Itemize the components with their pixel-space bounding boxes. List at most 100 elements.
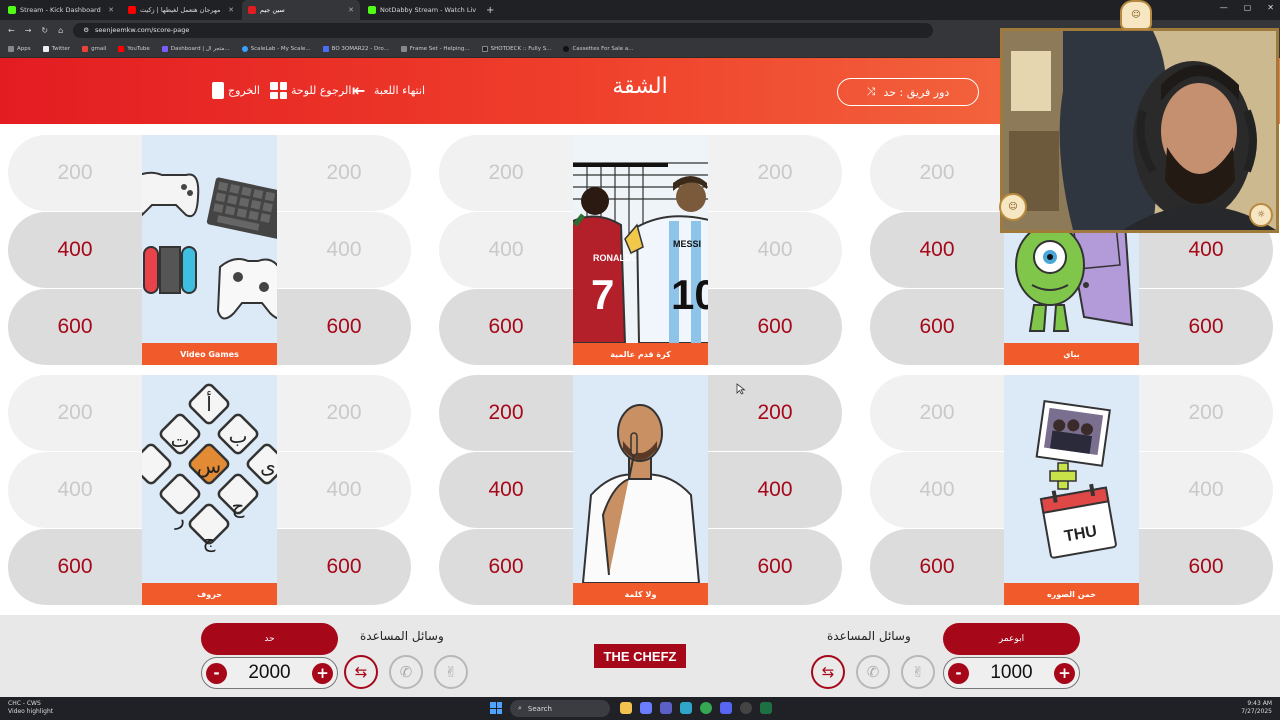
- question-tile-600[interactable]: 600: [708, 289, 842, 365]
- category-image[interactable]: THU خمن الصوره: [1004, 375, 1139, 605]
- question-tile-400[interactable]: 400: [1139, 452, 1273, 528]
- bookmark-apps[interactable]: Apps: [8, 45, 31, 52]
- bookmark-scalelab[interactable]: ScaleLab - My Scale...: [241, 45, 311, 52]
- question-tile-400[interactable]: 400: [8, 212, 142, 288]
- question-tile-400[interactable]: 400: [708, 452, 842, 528]
- bookmark-dashboard[interactable]: Dashboard | متجر ال...: [161, 45, 230, 52]
- category-image[interactable]: RONALDO 7 MESSI 10 كرة قدم عالمية: [573, 135, 708, 365]
- question-tile-200[interactable]: 200: [277, 135, 411, 211]
- back-to-board-button[interactable]: الرجوع للوحة: [270, 82, 351, 99]
- swap-icon: ⇆: [821, 663, 835, 681]
- shushing-man-illustration: [581, 404, 701, 583]
- question-tile-200[interactable]: 200: [439, 135, 573, 211]
- question-tile-600[interactable]: 600: [8, 529, 142, 605]
- decrease-score-button[interactable]: -: [206, 662, 227, 684]
- question-tile-400[interactable]: 400: [439, 452, 573, 528]
- edge-icon[interactable]: [680, 702, 692, 714]
- question-tile-200[interactable]: 200: [870, 375, 1004, 451]
- search-icon: ⌕: [518, 704, 522, 712]
- end-game-button[interactable]: ⇤ انتهاء اللعبة: [352, 82, 425, 99]
- question-tile-400[interactable]: 400: [277, 452, 411, 528]
- youtube-icon: [118, 45, 125, 52]
- reload-icon[interactable]: ↻: [41, 26, 48, 35]
- close-tab-icon[interactable]: ✕: [108, 6, 114, 14]
- bookmark-gmail[interactable]: gmail: [82, 45, 106, 52]
- question-tile-600[interactable]: 600: [870, 289, 1004, 365]
- copilot-icon[interactable]: [640, 702, 652, 714]
- swap-turn-help-button[interactable]: ⇆: [811, 655, 845, 689]
- category-world-football: 200 400 600 200 400 600 RONALDO 7 MESSI …: [439, 135, 842, 365]
- question-tile-200[interactable]: 200: [1139, 375, 1273, 451]
- question-tile-200[interactable]: 200: [8, 135, 142, 211]
- chrome-icon[interactable]: [700, 702, 712, 714]
- decrease-score-button[interactable]: -: [948, 662, 969, 684]
- two-answers-help-button[interactable]: ✌: [434, 655, 468, 689]
- question-tile-400[interactable]: 400: [277, 212, 411, 288]
- question-tile-200[interactable]: 200: [708, 375, 842, 451]
- question-tile-200[interactable]: 200: [8, 375, 142, 451]
- question-tile-600[interactable]: 600: [439, 529, 573, 605]
- windows-start-icon[interactable]: [490, 702, 502, 714]
- bookmark-shotdeck[interactable]: SHOTDECK :: Fully S...: [481, 45, 551, 52]
- browser-tab-youtube[interactable]: مهرجان هتعمل لغيطها | زكيت ✕: [122, 0, 240, 20]
- bookmark-cassettes[interactable]: Cassettes For Sale a...: [563, 45, 634, 52]
- increase-score-button[interactable]: +: [1054, 662, 1075, 684]
- file-explorer-icon[interactable]: [620, 702, 632, 714]
- maximize-icon[interactable]: ▢: [1244, 3, 1252, 12]
- increase-score-button[interactable]: +: [312, 662, 333, 684]
- taskbar-search[interactable]: ⌕ Search: [510, 700, 610, 717]
- forward-icon[interactable]: →: [25, 26, 32, 35]
- back-icon[interactable]: ←: [8, 26, 15, 35]
- swap-turn-help-button[interactable]: ⇆: [344, 655, 378, 689]
- two-answers-help-button[interactable]: ✌: [901, 655, 935, 689]
- home-icon[interactable]: ⌂: [58, 26, 63, 35]
- minimize-icon[interactable]: —: [1220, 3, 1228, 12]
- question-tile-600[interactable]: 600: [439, 289, 573, 365]
- close-tab-icon[interactable]: ✕: [228, 6, 234, 14]
- question-tile-200[interactable]: 200: [870, 135, 1004, 211]
- question-tile-400[interactable]: 400: [708, 212, 842, 288]
- phone-friend-help-button[interactable]: ✆: [389, 655, 423, 689]
- question-tile-600[interactable]: 600: [8, 289, 142, 365]
- browser-tab-notdabby[interactable]: NotDabby Stream - Watch Liv ✕: [362, 0, 480, 20]
- question-tile-600[interactable]: 600: [708, 529, 842, 605]
- discord-icon[interactable]: [720, 702, 732, 714]
- category-image[interactable]: ولا كلمة: [573, 375, 708, 605]
- category-image[interactable]: Video Games: [142, 135, 277, 365]
- question-tile-200[interactable]: 200: [708, 135, 842, 211]
- taskbar-media-widget[interactable]: CHC - CWS Video highlight: [8, 700, 53, 716]
- question-tile-400[interactable]: 400: [870, 452, 1004, 528]
- bookmark-twitter[interactable]: Twitter: [42, 45, 70, 52]
- taskbar-clock[interactable]: 9:43 AM 7/27/2025: [1241, 700, 1272, 716]
- question-tile-600[interactable]: 600: [1139, 529, 1273, 605]
- question-tile-400[interactable]: 400: [8, 452, 142, 528]
- url-field[interactable]: ⚙ seenjeemkw.com/score-page: [73, 22, 934, 38]
- bookmark-bo3omar[interactable]: BO 3OMAR22 - Dro...: [322, 45, 389, 52]
- bookmark-youtube[interactable]: YouTube: [118, 45, 150, 52]
- site-info-icon[interactable]: ⚙: [83, 26, 89, 34]
- question-tile-600[interactable]: 600: [277, 289, 411, 365]
- question-tile-400[interactable]: 400: [870, 212, 1004, 288]
- question-tile-600[interactable]: 600: [1139, 289, 1273, 365]
- browser-tab-seen-jeem[interactable]: سين جيم ✕: [242, 0, 360, 20]
- bookmark-frameset[interactable]: Frame Set - Helping...: [400, 45, 470, 52]
- new-tab-button[interactable]: +: [480, 0, 500, 20]
- close-tab-icon[interactable]: ✕: [348, 6, 354, 14]
- close-window-icon[interactable]: ✕: [1267, 3, 1274, 12]
- browser-tab-kick-dashboard[interactable]: Stream - Kick Dashboard ✕: [2, 0, 120, 20]
- team-score: 1000: [990, 662, 1033, 683]
- question-tile-600[interactable]: 600: [870, 529, 1004, 605]
- exit-button[interactable]: الخروج: [212, 82, 260, 99]
- question-tile-600[interactable]: 600: [277, 529, 411, 605]
- teams-icon[interactable]: [660, 702, 672, 714]
- question-tile-400[interactable]: 400: [439, 212, 573, 288]
- phone-friend-help-button[interactable]: ✆: [856, 655, 890, 689]
- football-players-illustration: RONALDO 7 MESSI 10: [573, 162, 708, 343]
- question-tile-200[interactable]: 200: [439, 375, 573, 451]
- category-image[interactable]: أ ب ت س ر ح ج ى حروف: [142, 375, 277, 605]
- excel-icon[interactable]: [760, 702, 772, 714]
- question-tile-200[interactable]: 200: [277, 375, 411, 451]
- turn-indicator-button[interactable]: ⤨ دور فريق : حد: [837, 78, 979, 106]
- obs-icon[interactable]: [740, 702, 752, 714]
- help-tools-title: وسائل المساعدة: [827, 629, 911, 643]
